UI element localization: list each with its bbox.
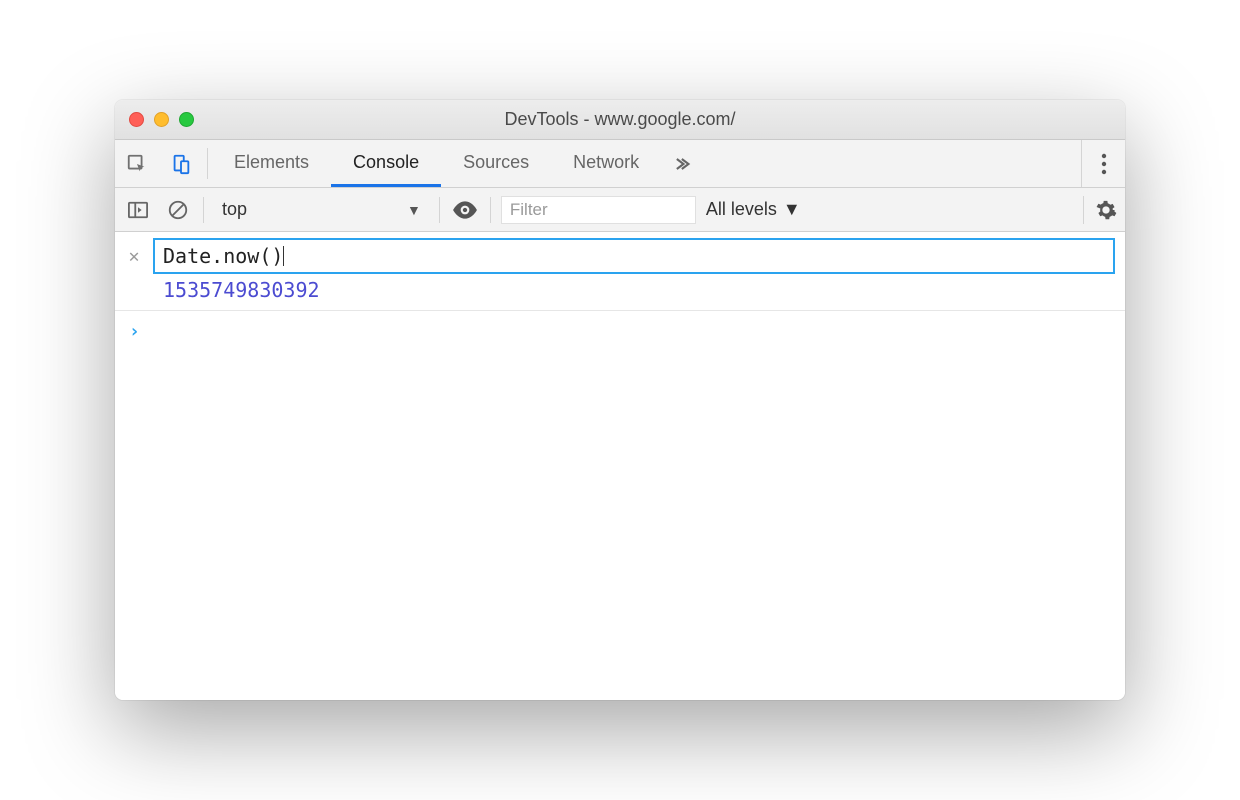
log-levels-select[interactable]: All levels ▼	[706, 199, 801, 220]
minimize-window-button[interactable]	[154, 112, 169, 127]
toggle-sidebar-icon[interactable]	[123, 195, 153, 225]
remove-live-expression-icon[interactable]: ✕	[125, 246, 143, 267]
text-caret	[283, 246, 284, 266]
live-expression-input[interactable]: Date.now()	[153, 238, 1115, 274]
clear-console-icon[interactable]	[163, 195, 193, 225]
close-window-button[interactable]	[129, 112, 144, 127]
devtools-window: DevTools - www.google.com/ Elements Cons…	[115, 100, 1125, 700]
filter-input[interactable]	[501, 196, 696, 224]
levels-label: All levels	[706, 199, 777, 220]
separator	[439, 197, 440, 223]
prompt-chevron-icon: ›	[129, 321, 140, 342]
window-controls	[129, 112, 194, 127]
context-label: top	[222, 199, 247, 220]
devtools-tabbar: Elements Console Sources Network	[115, 140, 1125, 188]
titlebar: DevTools - www.google.com/	[115, 100, 1125, 140]
console-settings-icon[interactable]	[1083, 196, 1117, 224]
console-body: ✕ Date.now() 1535749830392 ›	[115, 232, 1125, 700]
separator	[490, 197, 491, 223]
live-expression-result: 1535749830392	[125, 274, 1115, 302]
window-title: DevTools - www.google.com/	[115, 109, 1125, 130]
panel-tabs: Elements Console Sources Network	[212, 140, 661, 187]
tab-console[interactable]: Console	[331, 140, 441, 187]
chevron-down-icon: ▼	[783, 199, 801, 220]
separator	[207, 148, 208, 179]
live-expression-text: Date.now()	[163, 244, 283, 268]
tab-elements[interactable]: Elements	[212, 140, 331, 187]
tab-network[interactable]: Network	[551, 140, 661, 187]
more-tabs-button[interactable]	[661, 140, 701, 187]
console-prompt-row[interactable]: ›	[115, 311, 1125, 352]
device-toolbar-icon[interactable]	[159, 140, 203, 187]
tab-sources[interactable]: Sources	[441, 140, 551, 187]
zoom-window-button[interactable]	[179, 112, 194, 127]
live-expression-icon[interactable]	[450, 195, 480, 225]
execution-context-select[interactable]: top ▼	[214, 199, 429, 220]
live-expression-row: ✕ Date.now() 1535749830392	[115, 232, 1125, 311]
settings-menu-button[interactable]	[1081, 140, 1125, 187]
inspect-element-icon[interactable]	[115, 140, 159, 187]
separator	[203, 197, 204, 223]
console-toolbar: top ▼ All levels ▼	[115, 188, 1125, 232]
chevron-down-icon: ▼	[407, 202, 421, 218]
